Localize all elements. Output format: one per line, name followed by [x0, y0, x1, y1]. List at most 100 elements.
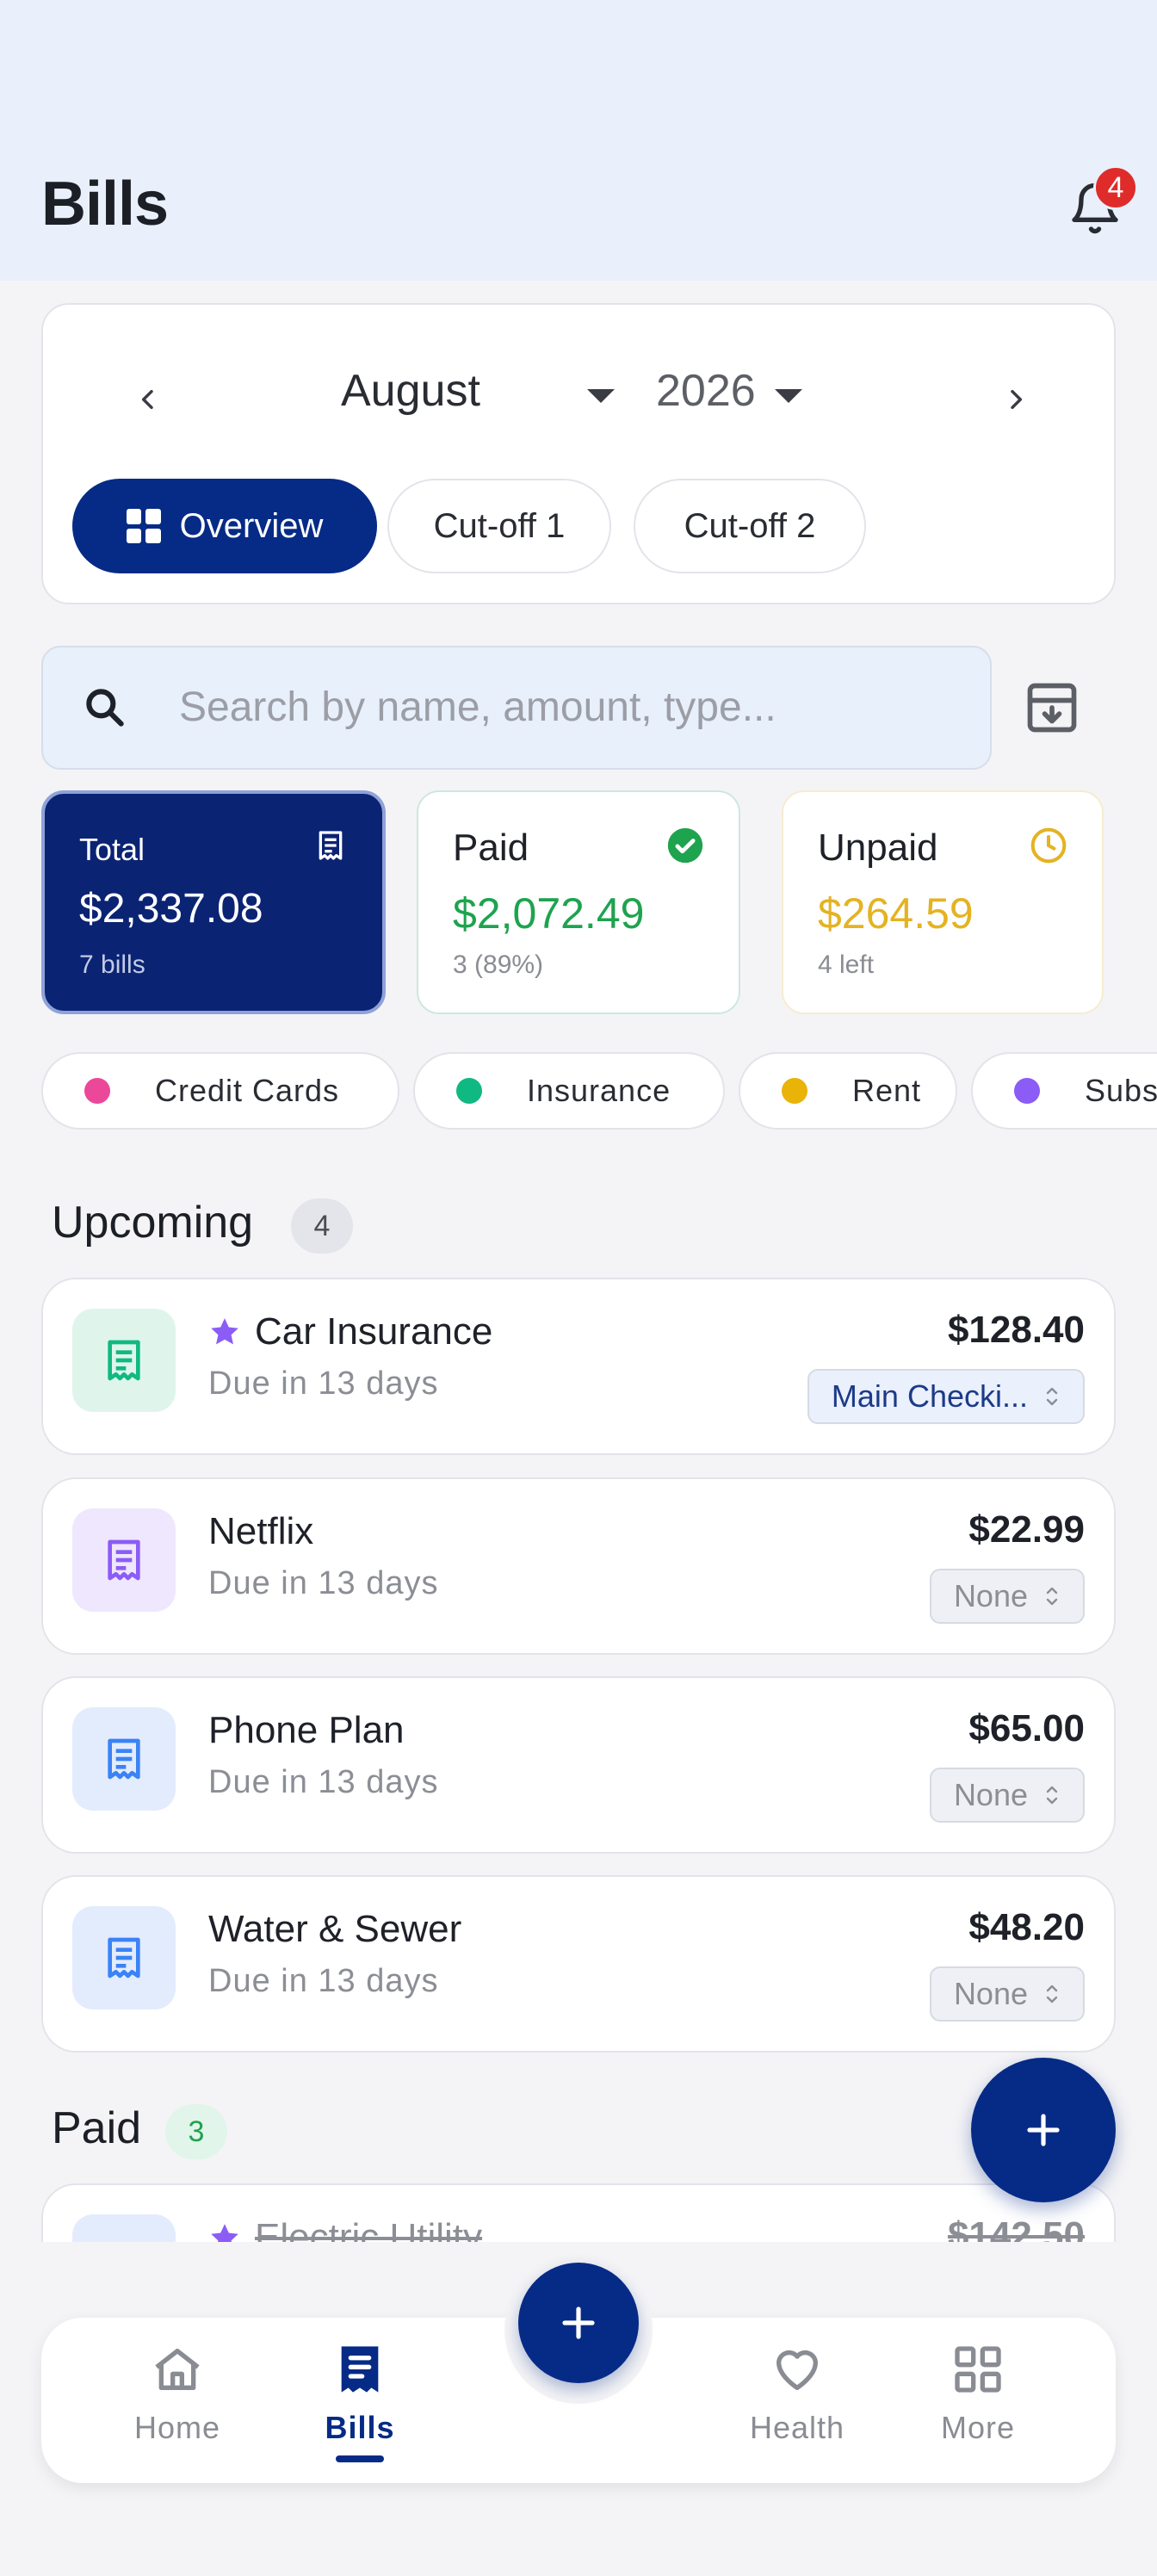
bill-name-text: Water & Sewer	[208, 1908, 462, 1950]
sort-arrows-icon	[1046, 1786, 1058, 1805]
caret-down-icon[interactable]	[773, 387, 804, 405]
chip-cutoff-1-label: Cut-off 1	[433, 506, 566, 545]
top-app-bar	[0, 0, 1157, 281]
previous-month-button[interactable]	[122, 374, 174, 425]
bill-icon-tile	[72, 1508, 176, 1612]
account-select-value: None	[953, 1578, 1028, 1613]
account-select[interactable]: None	[929, 1768, 1085, 1823]
receipt-icon	[108, 1937, 140, 1978]
category-label: Rent	[852, 1073, 922, 1108]
account-select[interactable]: Main Checki...	[807, 1369, 1085, 1424]
category-chip-subs[interactable]: Subs	[971, 1052, 1157, 1130]
stat-total-value: $2,337.08	[79, 886, 263, 932]
center-add-button[interactable]	[518, 2263, 639, 2383]
category-chip-rent[interactable]: Rent	[739, 1052, 957, 1130]
bill-icon-tile	[72, 1309, 176, 1412]
nav-active-indicator	[336, 2455, 384, 2462]
receipt-icon	[341, 2346, 379, 2393]
category-dot	[782, 1078, 807, 1104]
bill-due: Due in 13 days	[208, 1365, 439, 1402]
nav-health-label: Health	[749, 2410, 845, 2445]
bill-name: Car Insurance	[208, 1310, 492, 1353]
bill-name: Netflix	[208, 1510, 313, 1553]
chip-cutoff-1[interactable]: Cut-off 1	[387, 479, 611, 573]
chip-cutoff-2[interactable]: Cut-off 2	[634, 479, 866, 573]
month-select[interactable]: August	[341, 365, 480, 417]
category-dot	[456, 1078, 482, 1104]
star-icon	[211, 2224, 238, 2242]
category-chip-insurance[interactable]: Insurance	[413, 1052, 725, 1130]
section-title-upcoming: Upcoming	[52, 1198, 254, 1248]
stat-unpaid-sub: 4 left	[818, 951, 875, 979]
bill-card-netflix[interactable]: Netflix Due in 13 days $22.99 None	[41, 1477, 1116, 1655]
stat-paid-label: Paid	[453, 827, 529, 869]
bill-amount: $48.20	[968, 1906, 1085, 1948]
bill-name-text: Netflix	[208, 1510, 314, 1552]
chip-overview[interactable]: Overview	[72, 479, 377, 573]
stat-card-total[interactable]: Total $2,337.08 7 bills	[41, 790, 386, 1014]
page-title: Bills	[41, 170, 169, 238]
chip-cutoff-2-label: Cut-off 2	[684, 506, 816, 545]
sort-arrows-icon	[1046, 1587, 1058, 1606]
stat-unpaid-label: Unpaid	[818, 827, 938, 869]
period-selector-card: August 2026 Overview Cut-off 1 Cut-off 2	[41, 303, 1116, 604]
stat-total-sub: 7 bills	[79, 951, 145, 979]
stat-paid-value: $2,072.49	[453, 889, 645, 938]
stat-total-label: Total	[79, 832, 145, 867]
category-label: Credit Cards	[155, 1073, 340, 1108]
nav-bills-label: Bills	[325, 2410, 395, 2445]
star-icon	[211, 1318, 238, 1345]
grid-icon	[955, 2346, 1001, 2393]
category-chip-credit-cards[interactable]: Credit Cards	[41, 1052, 399, 1130]
receipt-icon	[108, 1340, 140, 1381]
stat-unpaid-value: $264.59	[818, 889, 974, 938]
bill-card-electric-utility[interactable]: Electric Utility $142.50	[41, 2183, 1116, 2242]
plus-icon	[1027, 2114, 1060, 2146]
stat-card-unpaid[interactable]: Unpaid $264.59 4 left	[782, 790, 1104, 1014]
bill-name: Electric Utility	[208, 2216, 482, 2242]
search-field[interactable]: Search by name, amount, type...	[41, 646, 992, 770]
year-select[interactable]: 2026	[656, 365, 756, 417]
category-dot	[1014, 1078, 1040, 1104]
nav-home[interactable]: Home	[91, 2342, 263, 2446]
bill-amount: $142.50	[947, 2214, 1085, 2242]
receipt-icon	[108, 1539, 140, 1581]
bill-name-text: Electric Utility	[255, 2216, 483, 2242]
notification-badge: 4	[1093, 165, 1138, 210]
receipt-icon	[108, 1738, 140, 1780]
account-select-value: None	[953, 1777, 1028, 1812]
bill-icon-tile	[72, 2214, 176, 2242]
sort-arrows-icon	[1046, 1387, 1058, 1406]
chevron-right-icon	[1011, 389, 1023, 410]
archive-icon[interactable]	[1023, 678, 1081, 737]
paid-count-badge: 3	[165, 2104, 227, 2159]
stat-paid-sub: 3 (89%)	[453, 951, 544, 979]
nav-bills[interactable]: Bills	[274, 2342, 446, 2446]
next-month-button[interactable]	[990, 374, 1042, 425]
account-select[interactable]: None	[929, 1569, 1085, 1624]
bill-amount: $65.00	[968, 1707, 1085, 1749]
add-bill-fab[interactable]	[971, 2058, 1116, 2202]
grid-icon	[126, 509, 161, 543]
home-icon	[155, 2349, 200, 2390]
nav-health[interactable]: Health	[711, 2342, 883, 2446]
bill-card-car-insurance[interactable]: Car Insurance Due in 13 days $128.40 Mai…	[41, 1278, 1116, 1455]
caret-down-icon[interactable]	[585, 387, 616, 405]
section-title-paid: Paid	[52, 2103, 142, 2153]
plus-icon	[562, 2307, 595, 2339]
bill-name-text: Car Insurance	[255, 1310, 493, 1353]
bill-name: Phone Plan	[208, 1709, 405, 1752]
bill-card-phone-plan[interactable]: Phone Plan Due in 13 days $65.00 None	[41, 1676, 1116, 1854]
nav-more[interactable]: More	[892, 2342, 1064, 2446]
clock-icon	[1030, 827, 1067, 864]
search-placeholder: Search by name, amount, type...	[179, 684, 776, 730]
category-label: Insurance	[527, 1073, 671, 1108]
bill-amount: $22.99	[968, 1508, 1085, 1551]
bill-amount: $128.40	[947, 1309, 1085, 1351]
heart-icon	[776, 2350, 818, 2390]
upcoming-count-badge: 4	[291, 1198, 353, 1254]
nav-more-label: More	[940, 2410, 1016, 2445]
stat-card-paid[interactable]: Paid $2,072.49 3 (89%)	[417, 790, 740, 1014]
bill-due: Due in 13 days	[208, 1764, 439, 1800]
bill-name-text: Phone Plan	[208, 1709, 405, 1751]
